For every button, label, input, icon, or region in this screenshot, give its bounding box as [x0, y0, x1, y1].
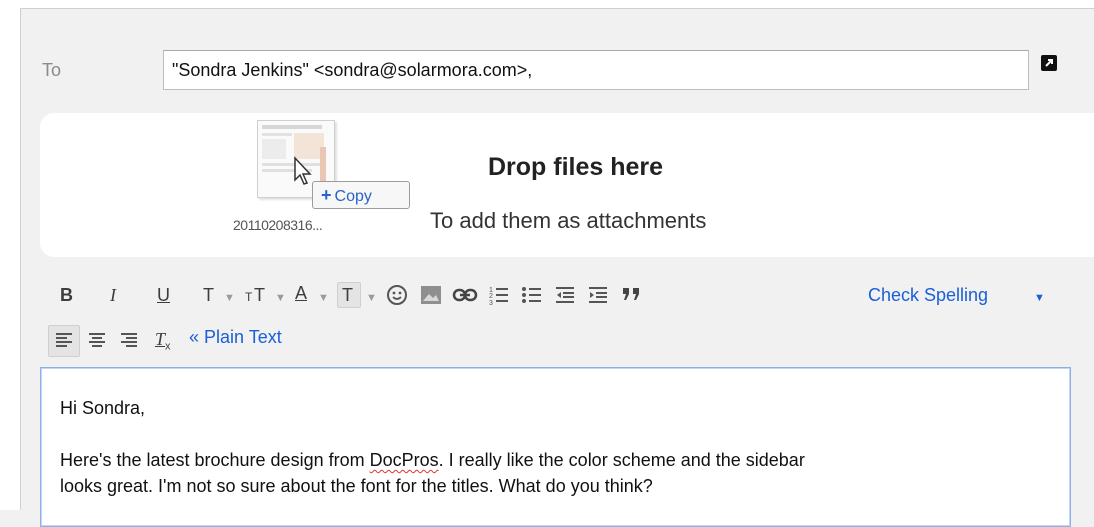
link-icon[interactable]	[452, 288, 478, 302]
quote-icon[interactable]	[621, 286, 643, 302]
body-line-2: looks great. I'm not so sure about the f…	[60, 476, 653, 496]
check-spelling-link[interactable]: Check Spelling	[868, 285, 988, 306]
file-name: 20110208316...	[233, 217, 323, 233]
decrease-indent-icon[interactable]	[554, 284, 576, 306]
check-spelling-dropdown-arrow-icon[interactable]: ▼	[1034, 292, 1045, 304]
bold-button[interactable]: B	[60, 285, 73, 306]
svg-text:2: 2	[489, 293, 493, 300]
increase-indent-icon[interactable]	[587, 284, 609, 306]
window-frame-top	[0, 0, 1094, 8]
svg-text:3: 3	[489, 300, 493, 306]
frame-border-left	[20, 8, 21, 510]
font-size-small-icon[interactable]: T	[245, 285, 252, 306]
numbered-list-icon[interactable]: 1 2 3	[488, 284, 510, 306]
to-field[interactable]: "Sondra Jenkins" <sondra@solarmora.com>,	[163, 50, 1029, 90]
italic-button[interactable]: I	[110, 285, 116, 306]
drop-zone[interactable]	[40, 113, 1094, 257]
font-size-button[interactable]: T	[254, 285, 265, 306]
misspelled-word[interactable]: DocPros	[370, 450, 439, 470]
insert-image-icon[interactable]	[420, 285, 442, 305]
remove-formatting-icon[interactable]: Tx	[155, 329, 171, 353]
drop-subtitle: To add them as attachments	[430, 208, 707, 233]
plus-icon: +	[321, 185, 332, 205]
to-label: To	[42, 60, 62, 80]
text-color-button[interactable]: A	[295, 283, 307, 304]
text-color-dropdown-arrow-icon[interactable]: ▼	[318, 292, 329, 304]
body-line-1: Here's the latest brochure design from D…	[60, 450, 805, 470]
font-dropdown-arrow-icon[interactable]: ▼	[224, 292, 235, 304]
font-button[interactable]: T	[203, 285, 214, 306]
greeting-text: Hi Sondra,	[60, 398, 146, 418]
bulleted-list-icon[interactable]	[521, 284, 543, 306]
align-center-icon[interactable]	[88, 331, 106, 349]
highlight-label: T	[342, 285, 353, 305]
align-left-icon	[56, 333, 72, 347]
font-size-dropdown-arrow-icon[interactable]: ▼	[275, 292, 286, 304]
popout-icon[interactable]	[1040, 54, 1058, 72]
frame-border-top	[20, 8, 1094, 9]
plain-text-link[interactable]: « Plain Text	[189, 327, 282, 348]
align-right-icon[interactable]	[120, 331, 138, 349]
underline-button[interactable]: U	[157, 285, 170, 306]
copy-label: Copy	[334, 188, 372, 205]
highlight-dropdown-arrow-icon[interactable]: ▼	[366, 292, 377, 304]
window-frame-left	[0, 0, 20, 510]
copy-badge: + Copy	[312, 181, 410, 209]
message-body[interactable]: Hi Sondra, Here's the latest brochure de…	[40, 367, 1071, 527]
drop-title: Drop files here	[488, 153, 664, 181]
emoji-icon[interactable]	[386, 284, 408, 306]
